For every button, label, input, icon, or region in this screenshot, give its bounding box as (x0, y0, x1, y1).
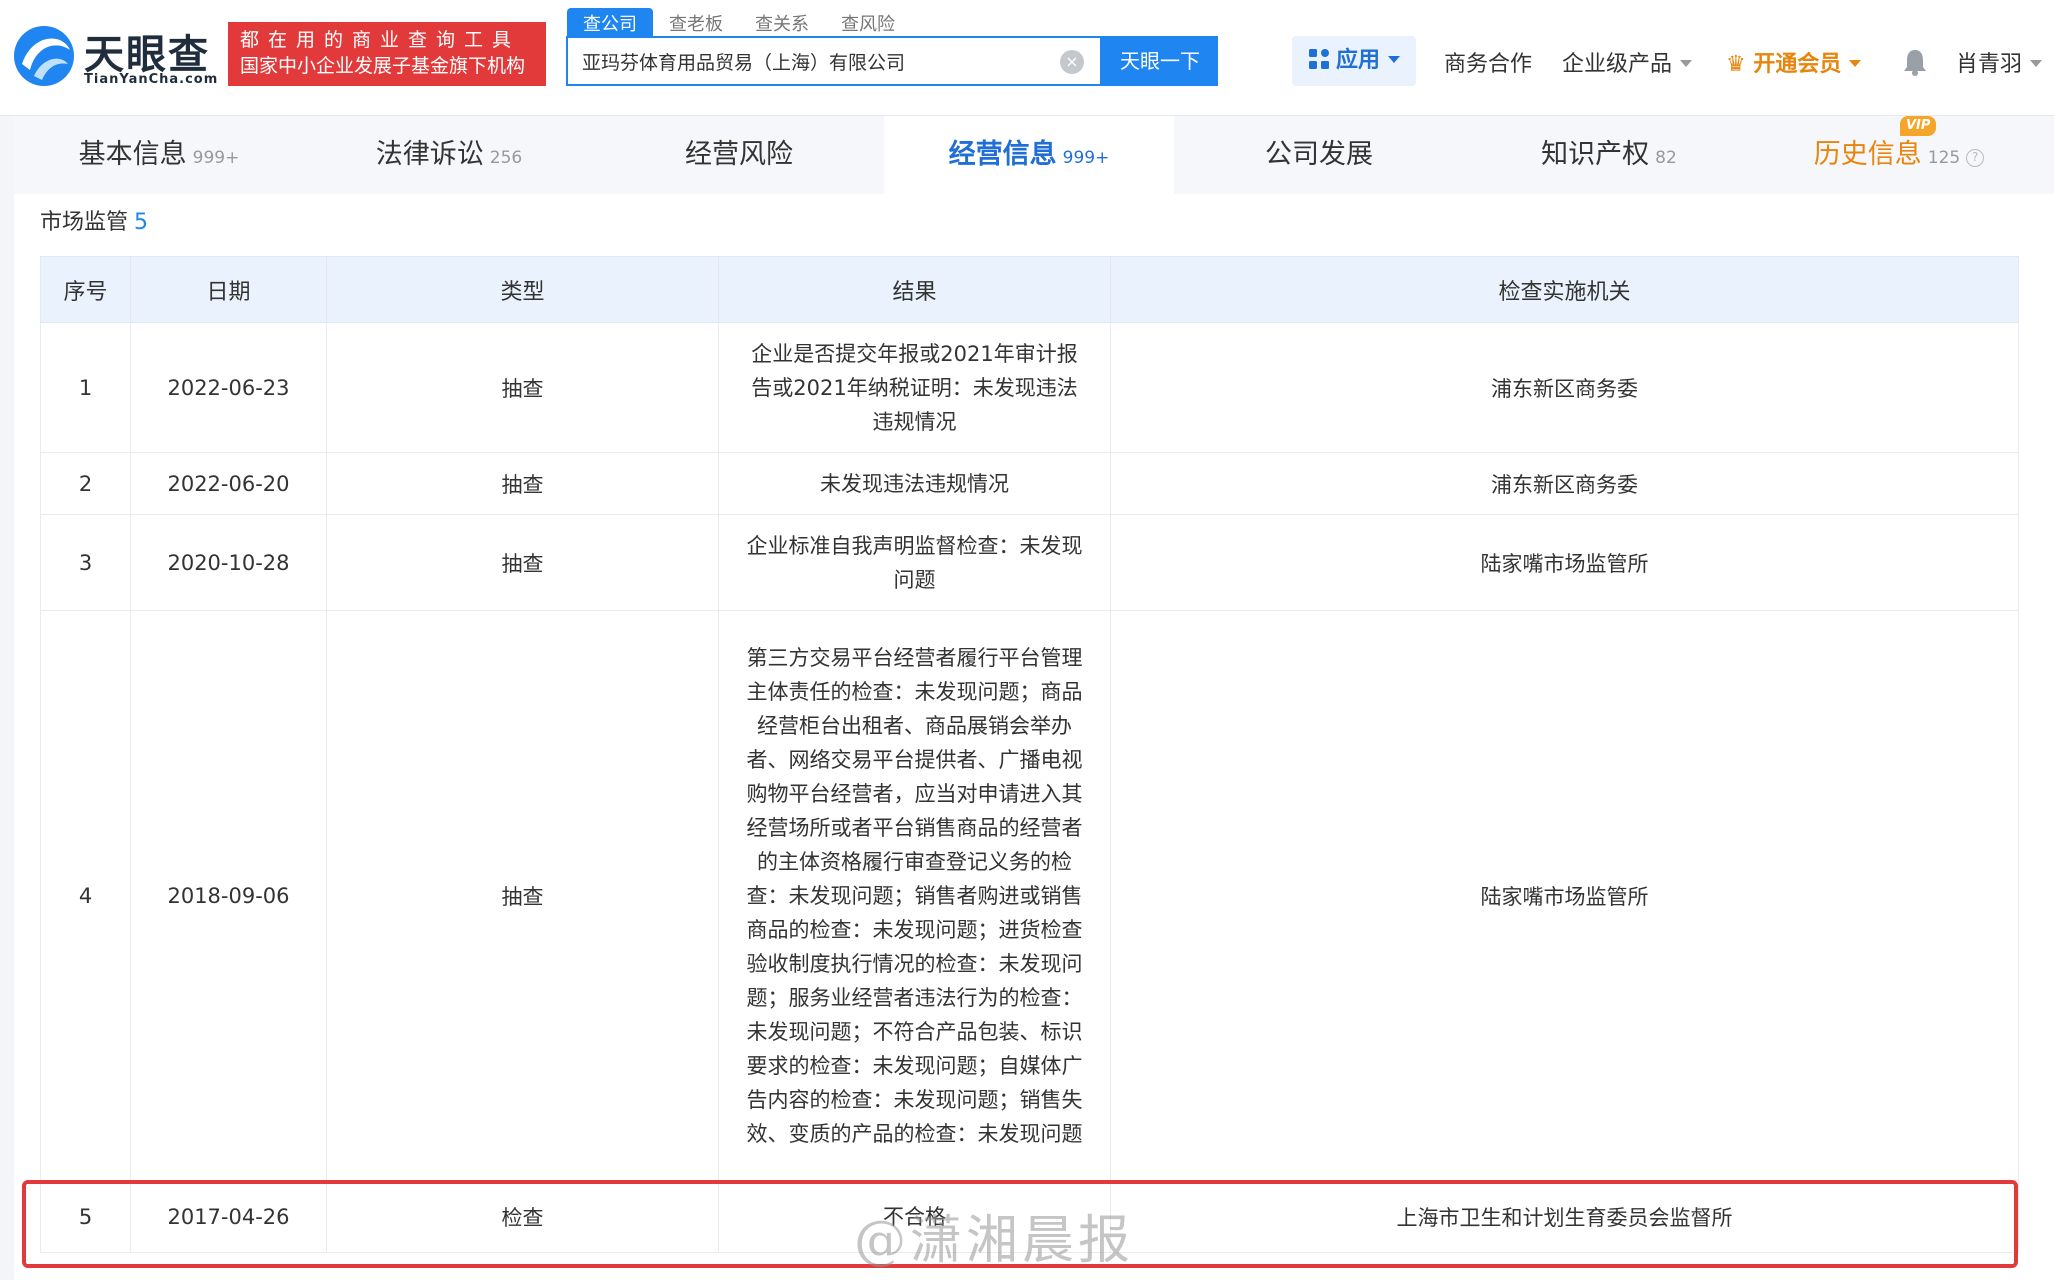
search-tab-risk[interactable]: 查风险 (825, 8, 911, 36)
cell-no: 3 (40, 514, 131, 611)
tianyancha-logo[interactable]: 天眼查 TianYanCha.com (12, 22, 222, 94)
cell-agency: 陆家嘴市场监管所 (1110, 514, 2019, 611)
tab-business-risk[interactable]: 经营风险 (594, 116, 884, 194)
tab-label: 基本信息 (78, 139, 187, 170)
nav-enterprise-products[interactable]: 企业级产品 (1562, 46, 1693, 78)
nav-business-cooperation[interactable]: 商务合作 (1444, 46, 1532, 78)
cell-result: 未发现违法违规情况 (718, 452, 1111, 515)
clear-search-icon[interactable]: × (1060, 50, 1084, 74)
table-header-row: 序号 日期 类型 结果 检查实施机关 (40, 256, 2019, 323)
apps-label: 应用 (1336, 48, 1381, 73)
search-tab-boss[interactable]: 查老板 (653, 8, 739, 36)
column-header-date: 日期 (130, 256, 327, 323)
cell-date: 2017-04-26 (130, 1180, 327, 1253)
cell-date: 2018-09-06 (130, 610, 327, 1181)
slogan-line-2: 国家中小企业发展子基金旗下机构 (240, 55, 526, 77)
tab-business-info[interactable]: 经营信息 999+ (884, 116, 1174, 194)
cell-type: 抽查 (326, 514, 719, 611)
column-header-no: 序号 (40, 256, 131, 323)
tab-count: 999+ (1062, 148, 1110, 168)
tab-label: 历史信息 (1813, 139, 1922, 170)
notification-bell-icon[interactable] (1902, 48, 1928, 76)
cell-agency: 陆家嘴市场监管所 (1110, 610, 2019, 1181)
cell-agency: 浦东新区商务委 (1110, 452, 2019, 515)
cell-date: 2022-06-20 (130, 452, 327, 515)
nav-open-vip[interactable]: ♛ 开通会员 (1726, 46, 1862, 78)
tab-count: 999+ (192, 148, 240, 168)
user-menu[interactable]: 肖青羽 (1956, 46, 2043, 78)
user-name: 肖青羽 (1956, 52, 2023, 77)
table-row: 4 2018-09-06 抽查 第三方交易平台经营者履行平台管理主体责任的检查：… (40, 610, 2019, 1181)
cell-result: 企业是否提交年报或2021年审计报告或2021年纳税证明：未发现违法违规情况 (718, 322, 1111, 453)
tab-intellectual-property[interactable]: 知识产权 82 (1464, 116, 1754, 194)
tab-count: 125 (1927, 148, 1961, 168)
section-count: 5 (134, 210, 149, 235)
cell-no: 1 (40, 322, 131, 453)
logo-swirl-icon (14, 26, 74, 86)
top-navigation-bar: 天眼查 TianYanCha.com 都在用的商业查询工具 国家中小企业发展子基… (0, 0, 2054, 116)
search-tab-company[interactable]: 查公司 (567, 8, 653, 36)
tab-label: 经营风险 (685, 139, 793, 170)
cell-result: 第三方交易平台经营者履行平台管理主体责任的检查：未发现问题；商品经营柜台出租者、… (718, 610, 1111, 1181)
cell-date: 2020-10-28 (130, 514, 327, 611)
column-header-type: 类型 (326, 256, 719, 323)
tab-basic-info[interactable]: 基本信息 999+ (14, 116, 304, 194)
category-tabs: 基本信息 999+ 法律诉讼 256 经营风险 经营信息 999+ 公司发展 知识产权… (14, 116, 2054, 194)
chevron-down-icon (2030, 60, 2043, 67)
cell-agency: 上海市卫生和计划生育委员会监督所 (1110, 1180, 2019, 1253)
nav-vip-label: 开通会员 (1753, 52, 1842, 77)
section-title-text: 市场监管 (40, 210, 129, 235)
tab-company-development[interactable]: 公司发展 (1174, 116, 1464, 194)
chevron-down-icon (1680, 60, 1693, 67)
cell-result: 企业标准自我声明监督检查：未发现问题 (718, 514, 1111, 611)
tab-count: 256 (489, 148, 523, 168)
help-icon[interactable]: ? (1966, 149, 1985, 167)
tab-label: 知识产权 (1541, 139, 1650, 170)
cell-date: 2022-06-23 (130, 322, 327, 453)
tab-label: 经营信息 (948, 139, 1057, 170)
apps-grid-icon (1309, 49, 1329, 69)
search-button[interactable]: 天眼一下 (1102, 36, 1218, 86)
tab-count: 82 (1655, 148, 1677, 168)
table-row: 1 2022-06-23 抽查 企业是否提交年报或2021年审计报告或2021年… (40, 322, 2019, 453)
market-supervision-table: 序号 日期 类型 结果 检查实施机关 1 2022-06-23 抽查 企业是否提… (40, 256, 2019, 1253)
column-header-result: 结果 (718, 256, 1111, 323)
cell-type: 检查 (326, 1180, 719, 1253)
cell-type: 抽查 (326, 452, 719, 515)
column-header-agency: 检查实施机关 (1110, 256, 2019, 323)
search-mode-tabs: 查公司 查老板 查关系 查风险 (567, 8, 911, 36)
tab-label: 公司发展 (1265, 139, 1373, 170)
cell-type: 抽查 (326, 610, 719, 1181)
crown-icon: ♛ (1726, 52, 1754, 77)
apps-menu-button[interactable]: 应用 (1292, 36, 1416, 86)
tab-label: 法律诉讼 (375, 139, 484, 170)
chevron-down-icon (1388, 56, 1401, 63)
tab-history-info[interactable]: 历史信息 125? (1754, 116, 2044, 194)
tab-legal-litigation[interactable]: 法律诉讼 256 (304, 116, 594, 194)
table-row: 2 2022-06-20 抽查 未发现违法违规情况 浦东新区商务委 (40, 452, 2019, 515)
section-title: 市场监管 5 (40, 204, 148, 236)
vip-badge: VIP (1900, 116, 1937, 136)
weibo-watermark: @潇湘晨报 (854, 1211, 1135, 1271)
company-info-card: 基本信息 999+ 法律诉讼 256 经营风险 经营信息 999+ 公司发展 知识产权… (14, 116, 2054, 1280)
table-row: 3 2020-10-28 抽查 企业标准自我声明监督检查：未发现问题 陆家嘴市场… (40, 514, 2019, 611)
cell-no: 4 (40, 610, 131, 1181)
search-input[interactable] (582, 38, 1052, 84)
cell-no: 5 (40, 1180, 131, 1253)
cell-type: 抽查 (326, 322, 719, 453)
cell-agency: 浦东新区商务委 (1110, 322, 2019, 453)
nav-enterprise-label: 企业级产品 (1562, 52, 1673, 77)
slogan-line-1: 都在用的商业查询工具 (240, 29, 521, 51)
slogan-banner: 都在用的商业查询工具 国家中小企业发展子基金旗下机构 (228, 22, 546, 86)
cell-no: 2 (40, 452, 131, 515)
logo-domain: TianYanCha.com (84, 72, 219, 87)
chevron-down-icon (1849, 60, 1862, 67)
search-tab-relation[interactable]: 查关系 (739, 8, 825, 36)
search-box: × (566, 36, 1102, 86)
